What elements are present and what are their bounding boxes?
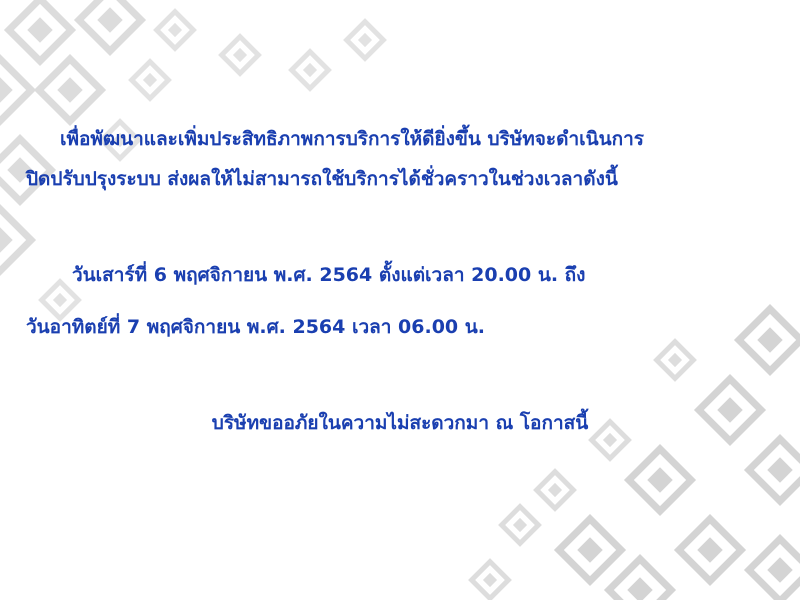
schedule-end: วันอาทิตย์ที่ 7 พฤศจิกายน พ.ศ. 2564 เวลา…: [26, 316, 485, 338]
notice-paragraph-line-1: เพื่อพัฒนาและเพิ่มประสิทธิภาพการบริการให…: [60, 128, 644, 150]
schedule-start: วันเสาร์ที่ 6 พฤศจิกายน พ.ศ. 2564 ตั้งแต…: [72, 264, 586, 286]
apology-text: บริษัทขออภัยในความไม่สะดวกมา ณ โอกาสนี้: [211, 412, 589, 434]
maintenance-notice: เพื่อพัฒนาและเพิ่มประสิทธิภาพการบริการให…: [0, 0, 800, 600]
notice-paragraph-line-2: ปิดปรับปรุงระบบ ส่งผลให้ไม่สามารถใช้บริก…: [26, 168, 618, 190]
